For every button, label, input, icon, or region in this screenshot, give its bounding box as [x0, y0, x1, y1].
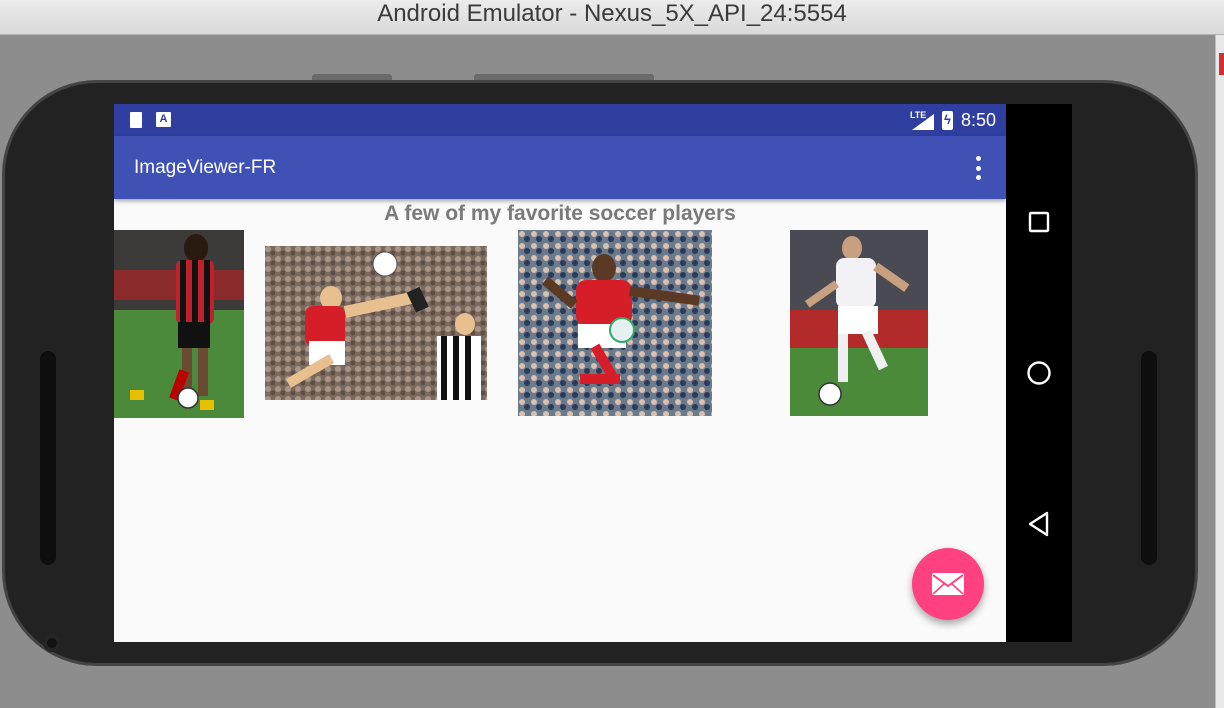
status-bar: A LTE ϟ 8:50 [114, 104, 1006, 136]
photo-player-4[interactable] [790, 230, 928, 416]
photo-player-1[interactable] [114, 230, 244, 418]
email-fab-button[interactable] [912, 548, 984, 620]
recents-icon[interactable] [1025, 208, 1053, 236]
window-title: Android Emulator - Nexus_5X_API_24:5554 [377, 0, 847, 27]
photo-player-2[interactable] [265, 246, 487, 400]
device-screen: A LTE ϟ 8:50 ImageViewer-FR A few of my … [114, 104, 1006, 642]
front-camera [43, 634, 61, 652]
home-icon[interactable] [1025, 359, 1053, 387]
speaker-left [40, 351, 56, 565]
side-panel-edge [1215, 35, 1224, 708]
more-vert-icon[interactable] [972, 156, 984, 180]
battery-charging-icon: ϟ [941, 111, 953, 130]
emulator-titlebar: Android Emulator - Nexus_5X_API_24:5554 [0, 0, 1224, 35]
navigation-bar [1006, 104, 1072, 642]
sd-card-icon [130, 112, 142, 128]
photo-player-3[interactable] [518, 230, 712, 416]
email-icon [932, 573, 964, 595]
app-toolbar: ImageViewer-FR [114, 136, 1006, 199]
app-title: ImageViewer-FR [134, 157, 277, 178]
lte-signal-icon: LTE [909, 109, 934, 130]
status-time: 8:50 [960, 110, 996, 130]
back-icon[interactable] [1025, 510, 1053, 538]
speaker-right [1141, 351, 1157, 565]
a-notification-icon: A [156, 112, 171, 127]
page-heading: A few of my favorite soccer players [384, 202, 736, 225]
side-marker [1219, 53, 1224, 75]
network-label: LTE [909, 109, 927, 120]
